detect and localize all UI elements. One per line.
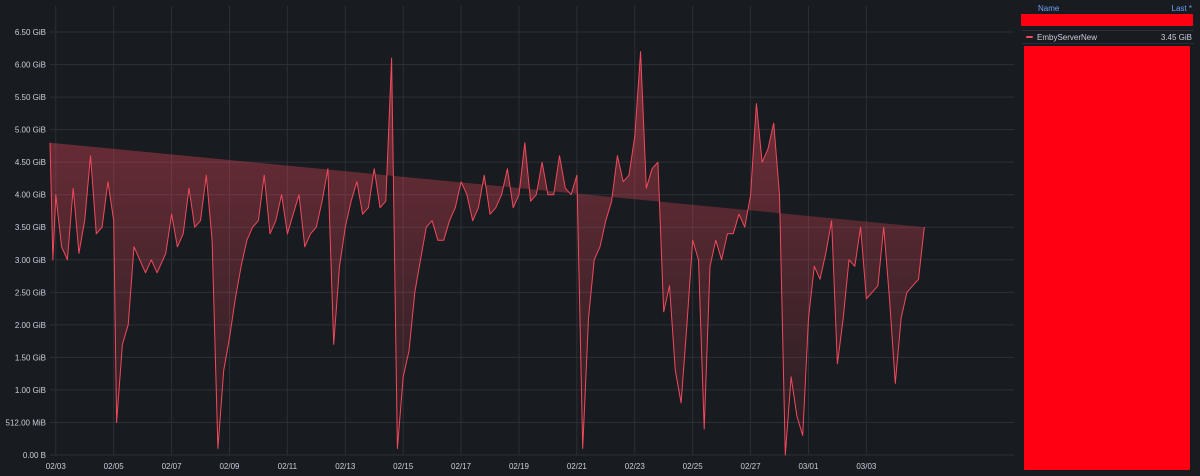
redacted-block <box>1021 14 1193 26</box>
y-tick-label: 2.00 GiB <box>15 321 46 330</box>
series-layer <box>49 51 925 456</box>
y-axis-ticks: 0.00 B 512.00 MiB 1.00 GiB 1.50 GiB 2.00 GiB… <box>6 28 46 460</box>
y-tick-label: 5.00 GiB <box>15 126 46 135</box>
x-tick-label: 02/19 <box>509 462 530 471</box>
y-tick-label: 6.50 GiB <box>15 28 46 37</box>
legend-header-last-sort[interactable]: Last * <box>1172 4 1192 13</box>
y-tick-label: 512.00 MiB <box>6 418 46 427</box>
y-tick-label: 4.00 GiB <box>15 191 46 200</box>
x-tick-label: 02/21 <box>567 462 588 471</box>
legend-panel: Name Last * EmbyServerNew 3.45 GiB <box>1018 0 1200 476</box>
x-axis-ticks: 02/03 02/05 02/07 02/09 02/11 02/13 02/15 02/17… <box>46 462 877 471</box>
dashboard-panel: 0.00 B 512.00 MiB 1.00 GiB 1.50 GiB 2.00 GiB… <box>0 0 1200 476</box>
x-tick-label: 02/05 <box>104 462 125 471</box>
y-tick-label: 3.00 GiB <box>15 256 46 265</box>
y-tick-label: 6.00 GiB <box>15 61 46 70</box>
x-tick-label: 02/09 <box>219 462 240 471</box>
y-tick-label: 2.50 GiB <box>15 288 46 297</box>
series-color-swatch <box>1026 36 1033 38</box>
x-tick-label: 02/13 <box>335 462 356 471</box>
x-tick-label: 03/03 <box>856 462 877 471</box>
chart-svg: 0.00 B 512.00 MiB 1.00 GiB 1.50 GiB 2.00 GiB… <box>6 6 1014 471</box>
y-tick-label: 1.00 GiB <box>15 386 46 395</box>
x-tick-label: 02/27 <box>741 462 762 471</box>
x-tick-label: 03/01 <box>798 462 819 471</box>
x-tick-label: 02/23 <box>625 462 646 471</box>
x-tick-label: 02/17 <box>451 462 472 471</box>
y-tick-label: 3.50 GiB <box>15 223 46 232</box>
series-area-fill <box>50 51 925 455</box>
y-tick-label: 4.50 GiB <box>15 158 46 167</box>
redacted-block <box>1024 46 1190 470</box>
timeseries-plot[interactable]: 0.00 B 512.00 MiB 1.00 GiB 1.50 GiB 2.00 GiB… <box>0 0 1016 476</box>
legend-header: Name Last * <box>1018 2 1194 14</box>
x-tick-label: 02/07 <box>162 462 183 471</box>
legend-header-name[interactable]: Name <box>1038 4 1059 13</box>
x-tick-label: 02/25 <box>683 462 704 471</box>
x-tick-label: 02/15 <box>393 462 414 471</box>
x-tick-label: 02/11 <box>278 462 298 471</box>
y-tick-label: 1.50 GiB <box>15 353 46 362</box>
x-tick-label: 02/03 <box>46 462 67 471</box>
legend-series-name: EmbyServerNew <box>1037 33 1098 42</box>
y-tick-label: 5.50 GiB <box>15 93 46 102</box>
legend-series-last-value: 3.45 GiB <box>1160 33 1192 42</box>
y-tick-label: 0.00 B <box>23 451 46 460</box>
legend-item-embyservernew[interactable]: EmbyServerNew 3.45 GiB <box>1022 30 1194 44</box>
